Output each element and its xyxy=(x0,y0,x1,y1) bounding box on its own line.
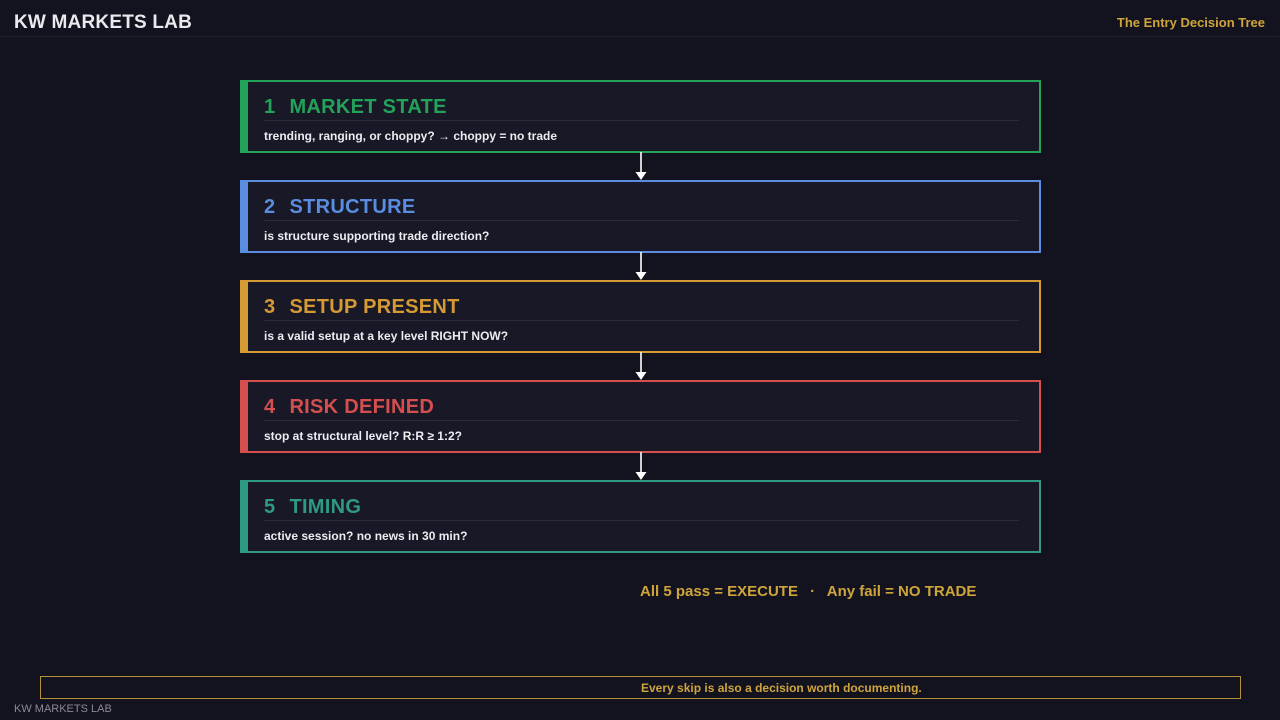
step-number: 5 xyxy=(264,495,276,518)
step-heading: 3 SETUP PRESENT xyxy=(264,294,1019,321)
step-heading: 1 MARKET STATE xyxy=(264,94,1019,121)
verdict-pass: All 5 pass = EXECUTE xyxy=(640,583,798,600)
verdict-rule: All 5 pass = EXECUTE · Any fail = NO TRA… xyxy=(640,583,976,600)
step-number: 4 xyxy=(264,395,276,418)
verdict-separator: · xyxy=(810,583,816,600)
step-title: TIMING xyxy=(289,495,362,518)
step-timing: 5 TIMING active session? no news in 30 m… xyxy=(240,480,1041,553)
step-market-state: 1 MARKET STATE trending, ranging, or cho… xyxy=(240,80,1041,153)
footer-brand: KW MARKETS LAB xyxy=(14,703,112,715)
step-question: trending, ranging, or choppy? → choppy =… xyxy=(264,129,558,143)
step-number: 1 xyxy=(264,95,276,118)
step-title: RISK DEFINED xyxy=(289,395,435,418)
down-arrow-icon xyxy=(635,352,647,380)
step-question: active session? no news in 30 min? xyxy=(264,529,468,543)
step-heading: 2 STRUCTURE xyxy=(264,194,1019,221)
footer-note-box: Every skip is also a decision worth docu… xyxy=(40,676,1241,699)
header-subtitle: The Entry Decision Tree xyxy=(1116,15,1265,30)
step-heading: 5 TIMING xyxy=(264,494,1019,521)
step-heading: 4 RISK DEFINED xyxy=(264,394,1019,421)
step-setup-present: 3 SETUP PRESENT is a valid setup at a ke… xyxy=(240,280,1041,353)
verdict-fail: Any fail = NO TRADE xyxy=(826,583,977,600)
step-title: SETUP PRESENT xyxy=(289,295,460,318)
step-question: stop at structural level? R:R ≥ 1:2? xyxy=(264,429,462,443)
down-arrow-icon xyxy=(635,152,647,180)
footer-note: Every skip is also a decision worth docu… xyxy=(641,681,922,695)
brand-title: KW MARKETS LAB xyxy=(14,12,193,33)
down-arrow-icon xyxy=(635,452,647,480)
step-title: MARKET STATE xyxy=(289,95,447,118)
step-number: 3 xyxy=(264,295,276,318)
step-title: STRUCTURE xyxy=(289,195,416,218)
step-question: is structure supporting trade direction? xyxy=(264,229,490,243)
step-number: 2 xyxy=(264,195,276,218)
step-risk-defined: 4 RISK DEFINED stop at structural level?… xyxy=(240,380,1041,453)
down-arrow-icon xyxy=(635,252,647,280)
step-question: is a valid setup at a key level RIGHT NO… xyxy=(264,329,509,343)
header-bar: KW MARKETS LAB The Entry Decision Tree xyxy=(0,0,1280,37)
page: KW MARKETS LAB The Entry Decision Tree 1… xyxy=(0,0,1280,720)
step-structure: 2 STRUCTURE is structure supporting trad… xyxy=(240,180,1041,253)
